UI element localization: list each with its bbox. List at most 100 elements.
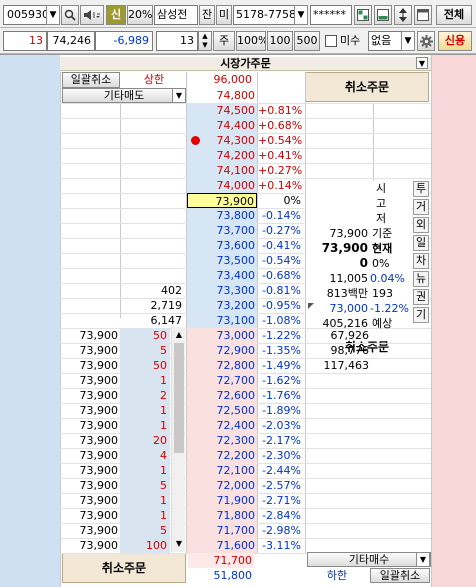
bid-price[interactable]: 72,200 (187, 448, 257, 463)
bid-change-pct[interactable]: -2.84% (258, 508, 303, 523)
bid-order-qty[interactable]: 1 (120, 493, 170, 508)
other-buy-dropdown[interactable]: ▼ (416, 552, 430, 567)
qty-500-button[interactable]: 500 (294, 31, 320, 51)
ask-price[interactable]: 73,200 (187, 298, 257, 313)
bid-order-qty[interactable]: 1 (120, 418, 170, 433)
ask-price[interactable]: 74,500 (187, 103, 257, 118)
bid-change-pct[interactable]: -3.11% (258, 538, 303, 553)
bid-price[interactable]: 72,100 (187, 463, 257, 478)
bid-order-qty[interactable]: 1 (120, 373, 170, 388)
bid-price[interactable]: 71,900 (187, 493, 257, 508)
ask-price[interactable]: 73,700 (187, 223, 257, 238)
ask-price[interactable]: 73,300 (187, 283, 257, 298)
other-sell-select[interactable]: 기타매도 (62, 88, 186, 103)
search-button[interactable] (61, 5, 79, 25)
ask-qty[interactable]: 2,719 (122, 298, 184, 313)
side-tab[interactable]: 뉴 (413, 271, 429, 287)
buy-order-column[interactable] (431, 55, 476, 587)
bid-order-price[interactable]: 73,900 (62, 388, 119, 403)
side-tab[interactable]: 거 (413, 199, 429, 215)
other-sell-dropdown[interactable]: ▼ (172, 88, 186, 103)
ask-price[interactable]: 74,200 (187, 148, 257, 163)
ask-price[interactable]: 73,900 (187, 193, 257, 208)
side-tab[interactable]: 투 (413, 181, 429, 197)
layout-button[interactable] (374, 5, 392, 25)
bid-order-price[interactable]: 73,900 (62, 403, 119, 418)
bid-price[interactable]: 72,700 (187, 373, 257, 388)
bid-price[interactable]: 72,300 (187, 433, 257, 448)
sell-order-column[interactable] (0, 55, 60, 587)
qty-100pct-button[interactable]: 100% (236, 31, 266, 51)
popup-button[interactable] (414, 5, 432, 25)
credit-order-button[interactable]: 신용 (438, 31, 472, 51)
bid-change-pct[interactable]: -2.44% (258, 463, 303, 478)
unfilled-checkbox[interactable] (325, 35, 337, 47)
market-order-header[interactable]: 시장가주문 (60, 57, 431, 71)
bid-change-pct[interactable]: -2.98% (258, 523, 303, 538)
all-button[interactable]: 전체 (436, 5, 472, 25)
cancel-order-bottom-button[interactable]: 취소주문 (62, 553, 186, 583)
bid-order-price[interactable]: 73,900 (62, 433, 119, 448)
side-tab[interactable]: 일 (413, 235, 429, 251)
stock-code-dropdown[interactable]: ▼ (46, 5, 60, 25)
scroll-down-arrow-icon[interactable]: ▼ (172, 538, 186, 550)
bid-change-pct[interactable]: -2.30% (258, 448, 303, 463)
ask-price[interactable]: 73,100 (187, 313, 257, 328)
bid-order-qty[interactable]: 100 (120, 538, 170, 553)
bid-scrollbar[interactable]: ▲ ▼ (171, 327, 185, 552)
ask-price[interactable]: 73,500 (187, 253, 257, 268)
bid-price[interactable]: 72,800 (187, 358, 257, 373)
margin-rate[interactable]: 20% (127, 5, 153, 25)
bid-order-price[interactable]: 73,900 (62, 493, 119, 508)
bid-order-qty[interactable]: 5 (120, 523, 170, 538)
grid-view-button[interactable] (354, 5, 372, 25)
password-input[interactable]: ****** (310, 5, 352, 25)
bid-change-pct[interactable]: -2.17% (258, 433, 303, 448)
bid-order-qty[interactable]: 1 (120, 403, 170, 418)
bid-order-qty[interactable]: 5 (120, 343, 170, 358)
scroll-thumb[interactable] (174, 343, 184, 453)
ask-qty[interactable]: 402 (122, 283, 184, 298)
bid-change-pct[interactable]: -2.03% (258, 418, 303, 433)
bid-price[interactable]: 71,800 (187, 508, 257, 523)
condition-select[interactable]: 없음 (368, 31, 402, 51)
expand-button[interactable] (394, 5, 412, 25)
stock-code-input[interactable]: 005930 (3, 5, 47, 25)
ask-price[interactable]: 74,800 (187, 88, 257, 103)
lower-first-price[interactable]: 71,700 (188, 553, 254, 568)
scroll-up-arrow-icon[interactable]: ▲ (172, 329, 186, 341)
bid-order-price[interactable]: 73,900 (62, 478, 119, 493)
bid-order-price[interactable]: 73,900 (62, 418, 119, 433)
bid-price[interactable]: 72,400 (187, 418, 257, 433)
bid-price[interactable]: 72,600 (187, 388, 257, 403)
bid-order-price[interactable]: 73,900 (62, 463, 119, 478)
bid-order-price[interactable]: 73,900 (62, 523, 119, 538)
unfilled-button[interactable]: 미 (216, 5, 232, 25)
bid-change-pct[interactable]: -1.35% (258, 343, 303, 358)
bid-order-qty[interactable]: 1 (120, 508, 170, 523)
bid-order-qty[interactable]: 5 (120, 478, 170, 493)
side-tab[interactable]: 권 (413, 289, 429, 305)
bid-order-price[interactable]: 73,900 (62, 508, 119, 523)
bid-qty[interactable]: 117,463 (307, 358, 371, 373)
bid-change-pct[interactable]: -1.89% (258, 403, 303, 418)
bid-order-qty[interactable]: 2 (120, 388, 170, 403)
lower-limit-price[interactable]: 51,800 (188, 568, 254, 583)
batch-cancel-buy-button[interactable]: 일괄취소 (370, 568, 430, 583)
speaker-button[interactable] (80, 5, 104, 25)
qty-100-button[interactable]: 100 (267, 31, 293, 51)
bid-price[interactable]: 72,000 (187, 478, 257, 493)
bid-order-qty[interactable]: 50 (120, 358, 170, 373)
account-dropdown[interactable]: ▼ (294, 5, 308, 25)
bid-change-pct[interactable]: -1.62% (258, 373, 303, 388)
bid-qty[interactable]: 98,776 (307, 343, 371, 358)
bid-order-qty[interactable]: 50 (120, 328, 170, 343)
bid-order-qty[interactable]: 1 (120, 463, 170, 478)
side-tab[interactable]: 기 (413, 307, 429, 323)
upper-limit-price[interactable]: 96,000 (188, 72, 254, 88)
batch-cancel-sell-button[interactable]: 일괄취소 (62, 72, 120, 88)
qty-stepper[interactable]: ▲ ▼ (198, 31, 212, 51)
order-qty-input[interactable]: 13 (156, 31, 198, 51)
ask-price[interactable]: 74,400 (187, 118, 257, 133)
ask-price[interactable]: 73,800 (187, 208, 257, 223)
